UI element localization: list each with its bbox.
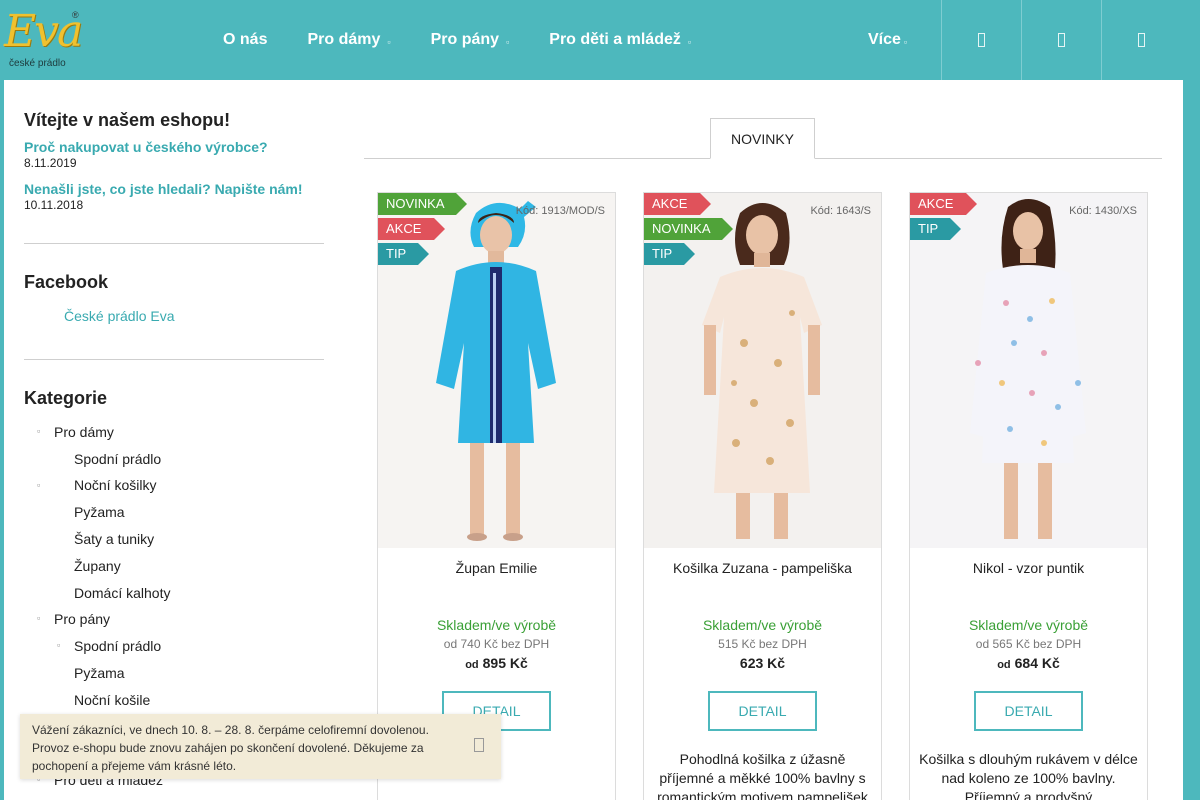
product-image[interactable]: Kód: 1430/XS AKCE TIP	[910, 193, 1147, 548]
detail-button[interactable]: DETAIL	[708, 691, 817, 731]
price-without-vat: od 565 Kč bez DPH	[975, 637, 1082, 651]
stock-status: Skladem/ve výrobě	[436, 617, 557, 633]
product-photo-illustration	[910, 193, 1147, 548]
price-value: 684 Kč	[1014, 655, 1060, 671]
nav-more-wrap: Více ▫	[868, 0, 907, 80]
price-value: 623 Kč	[739, 655, 786, 671]
notice-text: Vážení zákazníci, ve dnech 10. 8. – 28. …	[32, 723, 429, 773]
flag-novinka: NOVINKA	[644, 218, 733, 240]
nav-label: O nás	[223, 31, 268, 48]
chevron-down-icon: ▫	[506, 36, 510, 47]
divider	[24, 359, 324, 360]
product-description: Pohodlná košilka z úžasně příjemné a měk…	[657, 751, 868, 800]
category-item[interactable]: Pyžama	[74, 504, 125, 520]
price: 623 Kč	[644, 655, 881, 671]
category-item[interactable]: Pyžama	[74, 665, 125, 681]
category-item[interactable]: Šaty a tuniky	[74, 531, 154, 547]
product-name[interactable]: Nikol - vzor puntik	[910, 560, 1147, 576]
bullet-icon: ▫	[57, 640, 61, 650]
nav-label: Pro děti a mládež	[549, 31, 681, 48]
price-prefix: od	[465, 659, 479, 671]
eva-logo[interactable]: Eva ® české prádlo	[2, 6, 92, 72]
page-frame-left	[0, 80, 4, 800]
product-image[interactable]: Kód: 1913/MOD/S NOVINKA AKCE TIP	[378, 193, 615, 548]
price-prefix: od	[997, 659, 1011, 671]
page-frame-right	[1183, 80, 1200, 800]
category-item[interactable]: Domácí kalhoty	[74, 585, 170, 601]
flag-akce: AKCE	[378, 218, 445, 240]
flag-novinka: NOVINKA	[378, 193, 467, 215]
cart-icon	[1138, 33, 1145, 47]
product-description: Košilka s dlouhým rukávem v délce nad ko…	[919, 751, 1138, 800]
nav-label: Pro pány	[430, 31, 500, 48]
user-icon	[1058, 33, 1065, 47]
account-button[interactable]	[1021, 0, 1101, 80]
nav-pro-deti[interactable]: Pro děti a mládež ▫	[549, 0, 691, 80]
news-link[interactable]: Nenašli jste, co jste hledali? Napište n…	[24, 181, 303, 197]
flag-tip: TIP	[378, 243, 429, 265]
site-header: Eva ® české prádlo O nás Pro dámy ▫ Pro …	[0, 0, 1200, 80]
category-item[interactable]: Noční košile	[74, 692, 150, 708]
price-without-vat: 515 Kč bez DPH	[718, 637, 807, 651]
chevron-down-icon: ▫	[903, 36, 908, 47]
bullet-icon: ▫	[37, 480, 41, 490]
welcome-heading: Vítejte v našem eshopu!	[24, 110, 231, 130]
stock-status: Skladem/ve výrobě	[968, 617, 1089, 633]
bullet-icon: ▫	[37, 613, 41, 623]
product-code: Kód: 1913/MOD/S	[515, 205, 605, 217]
main-nav: O nás Pro dámy ▫ Pro pány ▫ Pro děti a m…	[223, 0, 691, 80]
logo-wordmark: Eva	[4, 6, 83, 57]
nav-pro-damy[interactable]: Pro dámy ▫	[307, 0, 390, 80]
product-image[interactable]: Kód: 1643/S AKCE NOVINKA TIP	[644, 193, 881, 548]
divider	[24, 243, 324, 244]
facebook-heading: Facebook	[24, 272, 109, 292]
nav-pro-pany[interactable]: Pro pány ▫	[431, 0, 510, 80]
category-pro-pany[interactable]: Pro pány	[54, 611, 110, 627]
flag-akce: AKCE	[644, 193, 711, 215]
stock-status: Skladem/ve výrobě	[702, 617, 823, 633]
category-item[interactable]: Spodní prádlo	[74, 451, 161, 467]
cart-button[interactable]	[1101, 0, 1181, 80]
category-item[interactable]: Spodní prádlo	[74, 638, 161, 654]
bullet-icon: ▫	[37, 426, 41, 436]
search-button[interactable]	[941, 0, 1021, 80]
news-date: 8.11.2019	[24, 156, 77, 170]
chevron-down-icon: ▫	[687, 36, 692, 47]
product-name[interactable]: Župan Emilie	[378, 560, 615, 576]
facebook-page-link[interactable]: České prádlo Eva	[64, 308, 175, 324]
price: od 895 Kč	[378, 655, 615, 671]
product-code: Kód: 1430/XS	[1069, 205, 1137, 217]
flag-tip: TIP	[910, 218, 961, 240]
tab-novinky[interactable]: NOVINKY	[710, 118, 815, 159]
news-link[interactable]: Proč nakupovat u českého výrobce?	[24, 139, 268, 155]
category-item[interactable]: Župany	[74, 558, 121, 574]
holiday-notice: Vážení zákazníci, ve dnech 10. 8. – 28. …	[20, 714, 501, 779]
price: od 684 Kč	[910, 655, 1147, 671]
search-icon	[978, 33, 985, 47]
product-card[interactable]: Kód: 1430/XS AKCE TIP Nikol - vzor punti…	[909, 192, 1148, 800]
detail-button[interactable]: DETAIL	[974, 691, 1083, 731]
product-code: Kód: 1643/S	[810, 205, 871, 217]
price-without-vat: od 740 Kč bez DPH	[443, 637, 550, 651]
nav-o-nas[interactable]: O nás	[223, 0, 267, 80]
close-icon[interactable]	[474, 738, 484, 752]
flag-akce: AKCE	[910, 193, 977, 215]
chevron-down-icon: ▫	[387, 36, 391, 47]
categories-heading: Kategorie	[24, 388, 108, 408]
category-item[interactable]: Noční košilky	[74, 477, 156, 493]
logo-tagline: české prádlo	[9, 58, 66, 69]
nav-more[interactable]: Více ▫	[868, 0, 907, 80]
product-card[interactable]: Kód: 1913/MOD/S NOVINKA AKCE TIP Župan E…	[377, 192, 616, 800]
nav-label: Pro dámy	[307, 31, 381, 48]
product-card[interactable]: Kód: 1643/S AKCE NOVINKA TIP Košilka Zuz…	[643, 192, 882, 800]
nav-label: Více	[868, 31, 901, 48]
flag-tip: TIP	[644, 243, 695, 265]
product-name[interactable]: Košilka Zuzana - pampeliška	[644, 560, 881, 576]
news-date: 10.11.2018	[24, 198, 84, 212]
price-value: 895 Kč	[482, 655, 528, 671]
registered-mark: ®	[72, 10, 79, 20]
category-pro-damy[interactable]: Pro dámy	[54, 424, 114, 440]
